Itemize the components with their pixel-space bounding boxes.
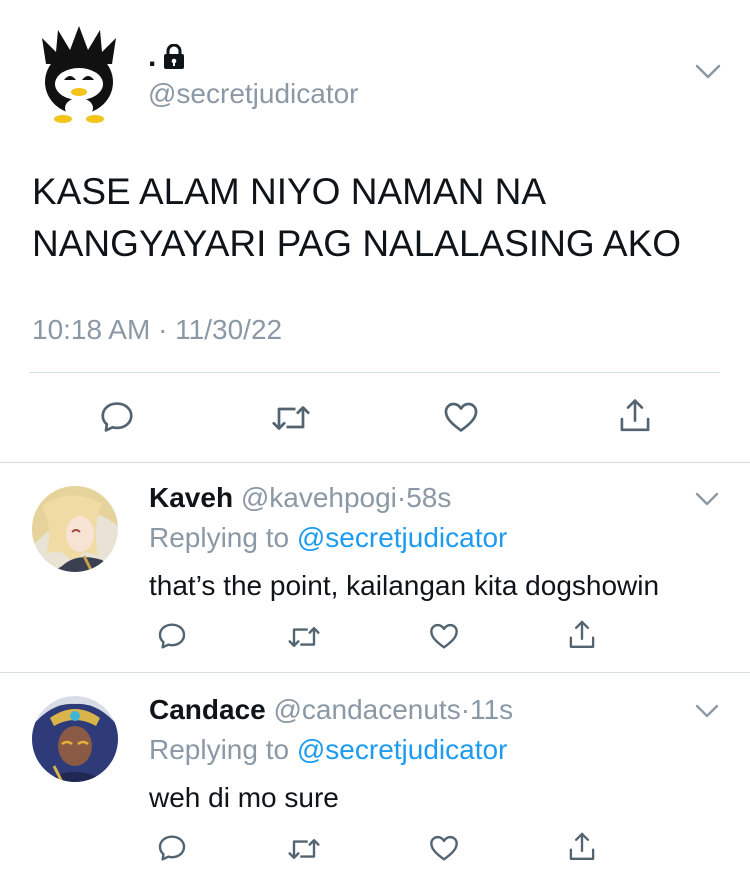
share-icon[interactable] (616, 396, 654, 436)
divider (0, 462, 750, 463)
timestamp[interactable]: 10:18 AM · 11/30/22 (32, 314, 282, 346)
reply-header: Kaveh @kavehpogi·58s (149, 482, 451, 514)
reply-icon[interactable] (156, 832, 188, 864)
lock-icon (162, 44, 186, 70)
like-icon[interactable] (442, 398, 480, 436)
like-icon[interactable] (428, 620, 460, 652)
replying-to: Replying to @secretjudicator (149, 522, 507, 554)
share-icon[interactable] (566, 618, 598, 652)
reply-author-name[interactable]: Candace (149, 694, 266, 725)
reply-author-handle[interactable]: @candacenuts (274, 694, 461, 725)
avatar[interactable] (32, 696, 118, 782)
separator-dot: · (460, 694, 471, 725)
retweet-icon[interactable] (286, 834, 322, 864)
display-name: . (148, 40, 157, 73)
avatar[interactable] (32, 486, 118, 572)
like-icon[interactable] (428, 832, 460, 864)
share-icon[interactable] (566, 830, 598, 864)
handle[interactable]: @secretjudicator (148, 78, 359, 110)
divider (30, 372, 720, 373)
reply-author-name[interactable]: Kaveh (149, 482, 233, 513)
tweet-text-line: KASE ALAM NIYO NAMAN NA (32, 171, 547, 212)
reply-time: 58s (406, 482, 452, 513)
reply-time: 11s (470, 694, 514, 725)
replying-to-label: Replying to (149, 734, 290, 765)
replying-to-link[interactable]: @secretjudicator (297, 734, 508, 765)
reply-text: weh di mo sure (149, 782, 339, 813)
replying-to-link[interactable]: @secretjudicator (297, 522, 508, 553)
replying-to-label: Replying to (149, 522, 290, 553)
reply-header: Candace @candacenuts·11s (149, 694, 513, 726)
chevron-down-icon[interactable] (694, 62, 722, 82)
avatar[interactable] (36, 24, 122, 124)
replying-to: Replying to @secretjudicator (149, 734, 507, 766)
tweet-text-line: NANGYAYARI PAG NALALASING AKO (32, 223, 682, 264)
reply-author-handle[interactable]: @kavehpogi (241, 482, 397, 513)
retweet-icon[interactable] (286, 622, 322, 652)
divider (0, 672, 750, 673)
reply-text: that’s the point, kailangan kita dogshow… (149, 570, 660, 601)
separator-dot: · (396, 482, 407, 513)
reply-icon[interactable] (156, 620, 188, 652)
chevron-down-icon[interactable] (694, 490, 720, 508)
reply-icon[interactable] (98, 398, 136, 436)
tweet-text: KASE ALAM NIYO NAMAN NA NANGYAYARI PAG N… (32, 166, 722, 270)
retweet-icon[interactable] (270, 400, 312, 436)
chevron-down-icon[interactable] (694, 702, 720, 720)
display-name-row[interactable]: . (148, 40, 186, 74)
